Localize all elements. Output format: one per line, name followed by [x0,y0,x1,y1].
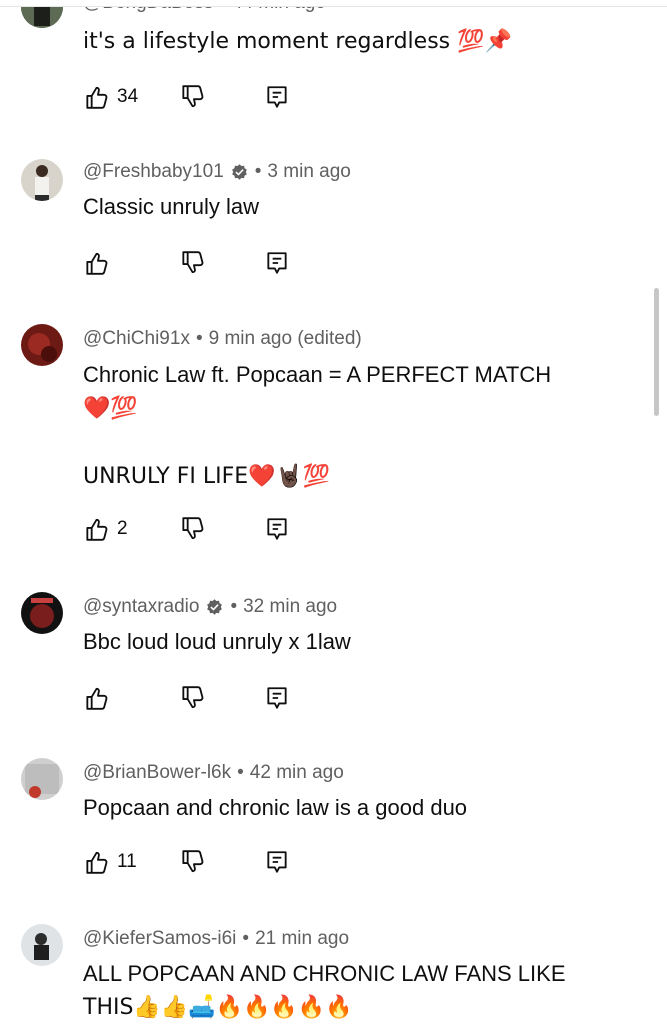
dislike-button[interactable] [179,849,205,875]
comment-actions: 11 [83,849,313,879]
comment-time: 32 min ago [243,596,338,617]
author-name[interactable]: @Freshbaby101 [83,161,224,183]
reply-comment-icon [267,851,287,873]
thumbs-up-icon [86,86,108,109]
comment-meta: @BrianBower-l6k • 42 min ago [83,762,344,784]
verified-badge-icon [231,162,248,181]
separator-dot: • [242,928,250,949]
comment-item: @Freshbaby101 • 3 min ago Classic unruly… [0,155,640,295]
reply-comment-icon [267,86,287,108]
author-name[interactable]: @ChiChi91x [83,328,190,350]
comment-time: 3 min ago [267,161,351,182]
comment-text: Bbc loud loud unruly x 1law [83,629,351,654]
like-button[interactable] [83,250,109,276]
thumbs-up-icon [86,252,108,275]
comment-text-line [83,426,551,460]
reply-button[interactable] [264,685,290,711]
comment-actions [83,685,313,715]
reply-button[interactable] [264,250,290,276]
comment-item: @ChiChi91x • 9 min ago (edited) Chronic … [0,322,640,572]
thumbs-up-icon [86,851,108,874]
comment-text-line: THIS👍👍🛋️🔥🔥🔥🔥🔥 [83,995,353,1020]
comment-meta: @KieferSamos-i6i • 21 min ago [83,928,349,950]
avatar[interactable] [21,324,63,366]
like-button[interactable] [83,685,109,711]
like-button[interactable]: 2 [83,516,128,542]
thumbs-down-icon [182,850,204,873]
avatar[interactable] [21,592,63,634]
author-name[interactable]: @syntaxradio [83,596,199,618]
scrollbar-thumb[interactable] [654,288,659,416]
author-name[interactable]: @KieferSamos-i6i [83,928,236,950]
author-name[interactable]: @BrianBower-l6k [83,762,231,784]
thumbs-down-icon [182,517,204,540]
comment-item: @KieferSamos-i6i • 21 min ago ALL POPCAA… [0,922,640,1024]
comment-text-line: ❤️💯 [83,396,138,421]
thumbs-down-icon [182,251,204,274]
comment-item: @syntaxradio • 32 min ago Bbc loud loud … [0,590,640,730]
separator-dot: • [230,596,238,617]
comment-item: @BrianBower-l6k • 42 min ago Popcaan and… [0,756,640,896]
dislike-button[interactable] [179,250,205,276]
like-count: 34 [117,86,139,107]
top-divider [0,0,667,7]
thumbs-up-icon [86,687,108,710]
comment-text: Chronic Law ft. Popcaan = A PERFECT MATC… [83,358,551,494]
comment-text: Classic unruly law [83,194,260,219]
comment-time: 42 min ago [249,762,344,783]
like-button[interactable]: 11 [83,849,137,875]
reply-comment-icon [267,687,287,709]
comment-meta: @syntaxradio • 32 min ago [83,596,337,618]
separator-dot: • [254,161,262,182]
like-count: 2 [117,518,128,539]
dislike-button[interactable] [179,84,205,110]
comment-text-line: UNRULY FI LIFE❤️🤘🏿💯 [83,464,331,489]
reply-button[interactable] [264,84,290,110]
thumbs-down-icon [182,85,204,108]
avatar[interactable] [21,758,63,800]
avatar[interactable] [21,924,63,966]
comment-time: 9 min ago (edited) [208,328,362,349]
separator-dot: • [237,762,244,783]
verified-badge-icon [206,597,224,616]
comment-meta: @Freshbaby101 • 3 min ago [83,161,351,183]
reply-comment-icon [267,252,287,274]
comment-text: it's a lifestyle moment regardless 💯📌 [83,29,512,54]
reply-button[interactable] [264,849,290,875]
comment-actions: 34 [83,84,313,114]
comment-text: ALL POPCAAN AND CHRONIC LAW FANS LIKE TH… [83,957,566,1025]
comment-actions [83,250,313,280]
comment-text-line: Chronic Law ft. Popcaan = A PERFECT MATC… [83,362,552,387]
comment-item: @BengDaBoss • 44 min ago it's a lifestyl… [0,0,640,140]
comment-text-line: ALL POPCAAN AND CHRONIC LAW FANS LIKE [83,961,566,986]
thumbs-down-icon [182,686,204,709]
reply-comment-icon [267,518,287,540]
comment-text: Popcaan and chronic law is a good duo [83,795,468,820]
reply-button[interactable] [264,516,290,542]
like-button[interactable]: 34 [83,84,138,110]
dislike-button[interactable] [179,516,205,542]
comment-meta: @ChiChi91x • 9 min ago (edited) [83,328,362,350]
comment-actions: 2 [83,516,313,546]
avatar[interactable] [21,159,63,201]
dislike-button[interactable] [179,685,205,711]
like-count: 11 [117,851,137,872]
thumbs-up-icon [86,518,108,541]
comment-time: 21 min ago [255,928,350,949]
separator-dot: • [195,328,203,349]
